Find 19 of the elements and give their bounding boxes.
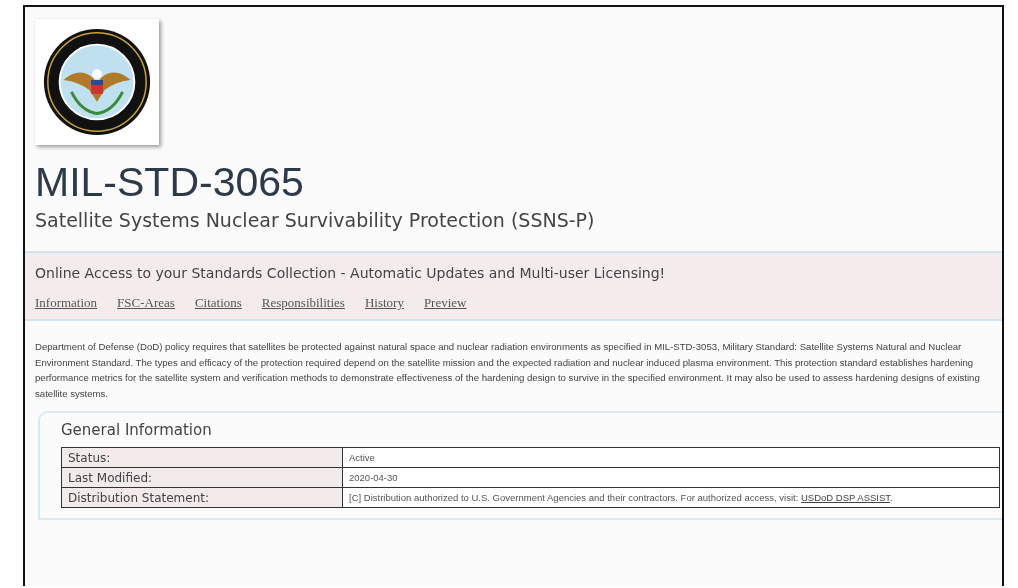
label-cell: Distribution Statement: — [61, 487, 343, 508]
tab-link[interactable]: Responsibilities — [261, 295, 345, 311]
assist-link[interactable]: USDoD DSP ASSIST — [801, 492, 891, 503]
page-title: MIL-STD-3065 — [35, 159, 305, 205]
tab-link[interactable]: Preview — [423, 295, 467, 311]
tab-link[interactable]: Information — [35, 295, 98, 311]
card-title: General Information — [61, 421, 213, 439]
label-cell: Last Modified: — [61, 467, 343, 488]
tab-link[interactable]: Citations — [194, 295, 242, 311]
value-cell: Active — [342, 447, 1000, 468]
tab-link[interactable]: History — [364, 295, 404, 311]
page-subtitle: Satellite Systems Nuclear Survivability Protection (SSNS-P) — [35, 209, 596, 233]
label-cell: Status: — [61, 447, 343, 468]
description-text: Department of Defense (DoD) policy requires that satellites be protected against natural space and nuclear radiation environments as specified in MIL-STD-3053, Military Standard: Satellite Systems Natural and Nuclear Environment Standard. The types and efficacy of the protection required depend on the satellite mission and the expected radiation and nuclear induced plasma environment. This protection standard establishes hardening performance metrics for the satellite system and verification methods to demonstrate effectiveness of the hardening design to survive in the specified environment. It may also be used to assess hardening designs of existing satellite systems. — [35, 340, 981, 401]
seal-logo-icon — [35, 19, 159, 145]
tab-link[interactable]: FSC-Areas — [117, 295, 175, 311]
value-cell: 2020-04-30 — [342, 467, 1000, 488]
value-cell: [C] Distribution authorized to U.S. Government Agencies and their contractors. For authorized access, visit: USDoD DSP ASSIST. — [342, 487, 1000, 508]
promo-text: Online Access to your Standards Collection - Automatic Updates and Multi-user Licensing! — [35, 265, 667, 281]
